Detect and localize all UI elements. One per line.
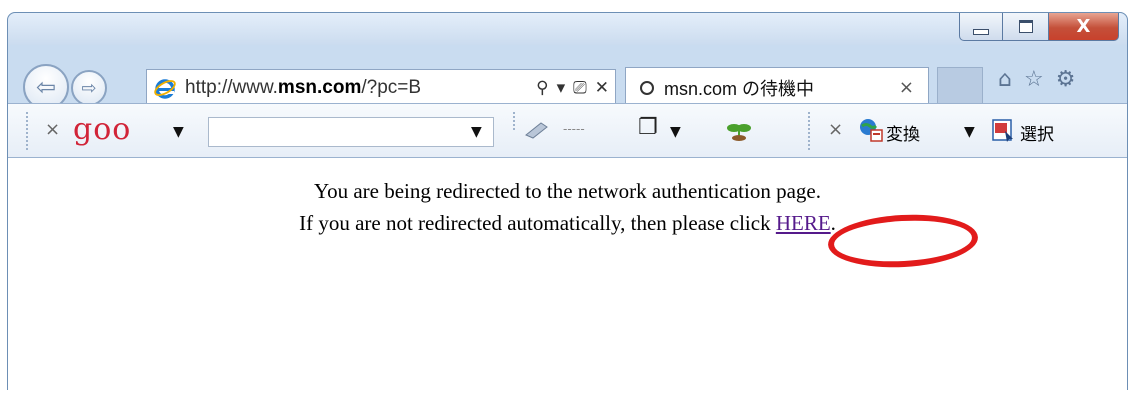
minimize-button[interactable] — [959, 13, 1003, 41]
dropdown-icon[interactable]: ▾ — [557, 78, 566, 98]
instruction-text: If you are not redirected automatically,… — [299, 211, 776, 235]
select-icon[interactable] — [991, 117, 1017, 143]
goo-toolbar: × goo ▼ ▼ ----- ❐ ▼ × 変換 ▼ 選択 — [8, 103, 1127, 158]
back-arrow-icon: ⇦ — [35, 73, 57, 101]
convert-dropdown-icon[interactable]: ▼ — [964, 124, 975, 140]
toolbar-grip-2[interactable] — [808, 112, 813, 150]
url-suffix: /?pc=B — [361, 76, 422, 98]
browser-right-icons: ⌂ ☆ ⚙ — [998, 67, 1075, 92]
address-bar[interactable]: http://www.msn.com/?pc=B ⚲ ▾ ⎚ ✕ — [146, 69, 616, 106]
tab-msn[interactable]: msn.com の待機中 × — [625, 67, 929, 107]
goo-logo[interactable]: goo — [73, 112, 131, 147]
page-dropdown-icon[interactable]: ▼ — [670, 124, 681, 140]
caption-buttons: X — [959, 13, 1119, 41]
toolbar-close-icon-2[interactable]: × — [828, 119, 843, 140]
here-link[interactable]: HERE — [776, 211, 831, 235]
page-content: You are being redirected to the network … — [8, 158, 1127, 391]
ie-logo-icon — [154, 78, 176, 99]
page-icon[interactable]: ❐ — [638, 115, 658, 140]
search-icon[interactable]: ⚲ — [536, 78, 548, 98]
highlight-icon[interactable] — [523, 117, 549, 141]
tab-label: msn.com の待機中 — [664, 78, 815, 99]
select-label[interactable]: 選択 — [1020, 120, 1054, 145]
sprout-icon[interactable] — [726, 118, 752, 144]
loading-icon — [640, 80, 654, 95]
browser-window: X ⇦ ⇨ http://www.msn.com/?pc=B ⚲ ▾ ⎚ ✕ m… — [7, 12, 1128, 391]
favorites-icon[interactable]: ☆ — [1024, 67, 1044, 92]
new-tab-button[interactable] — [937, 67, 983, 107]
home-icon[interactable]: ⌂ — [998, 67, 1012, 92]
convert-icon[interactable] — [858, 117, 884, 143]
goo-dropdown-icon[interactable]: ▼ — [173, 124, 184, 140]
address-url[interactable]: http://www.msn.com/?pc=B — [185, 77, 536, 99]
stop-icon[interactable]: ✕ — [595, 78, 609, 98]
navigation-bar: ⇦ ⇨ http://www.msn.com/?pc=B ⚲ ▾ ⎚ ✕ msn… — [8, 45, 1127, 110]
search-dropdown-icon[interactable]: ▼ — [471, 124, 482, 140]
toolbar-separator — [513, 112, 518, 130]
separator-dots: ----- — [563, 122, 585, 136]
goo-search-input[interactable]: ▼ — [208, 117, 494, 147]
toolbar-grip[interactable] — [26, 112, 31, 150]
url-domain: msn.com — [277, 76, 362, 98]
maximize-button[interactable] — [1003, 13, 1049, 41]
minimize-icon — [973, 28, 989, 35]
url-prefix: http://www. — [185, 76, 278, 98]
tab-close-icon[interactable]: × — [899, 77, 914, 98]
forward-button[interactable]: ⇨ — [71, 70, 107, 106]
redirect-message: You are being redirected to the network … — [314, 179, 821, 203]
toolbar-close-icon[interactable]: × — [45, 119, 60, 140]
tools-gear-icon[interactable]: ⚙ — [1056, 67, 1076, 92]
close-icon: X — [1076, 16, 1091, 37]
forward-arrow-icon: ⇨ — [81, 77, 97, 99]
maximize-icon — [1018, 20, 1033, 33]
address-icons: ⚲ ▾ ⎚ ✕ — [536, 78, 609, 98]
close-window-button[interactable]: X — [1049, 13, 1119, 41]
compatibility-view-icon[interactable]: ⎚ — [573, 78, 587, 98]
convert-label[interactable]: 変換 — [886, 120, 920, 145]
